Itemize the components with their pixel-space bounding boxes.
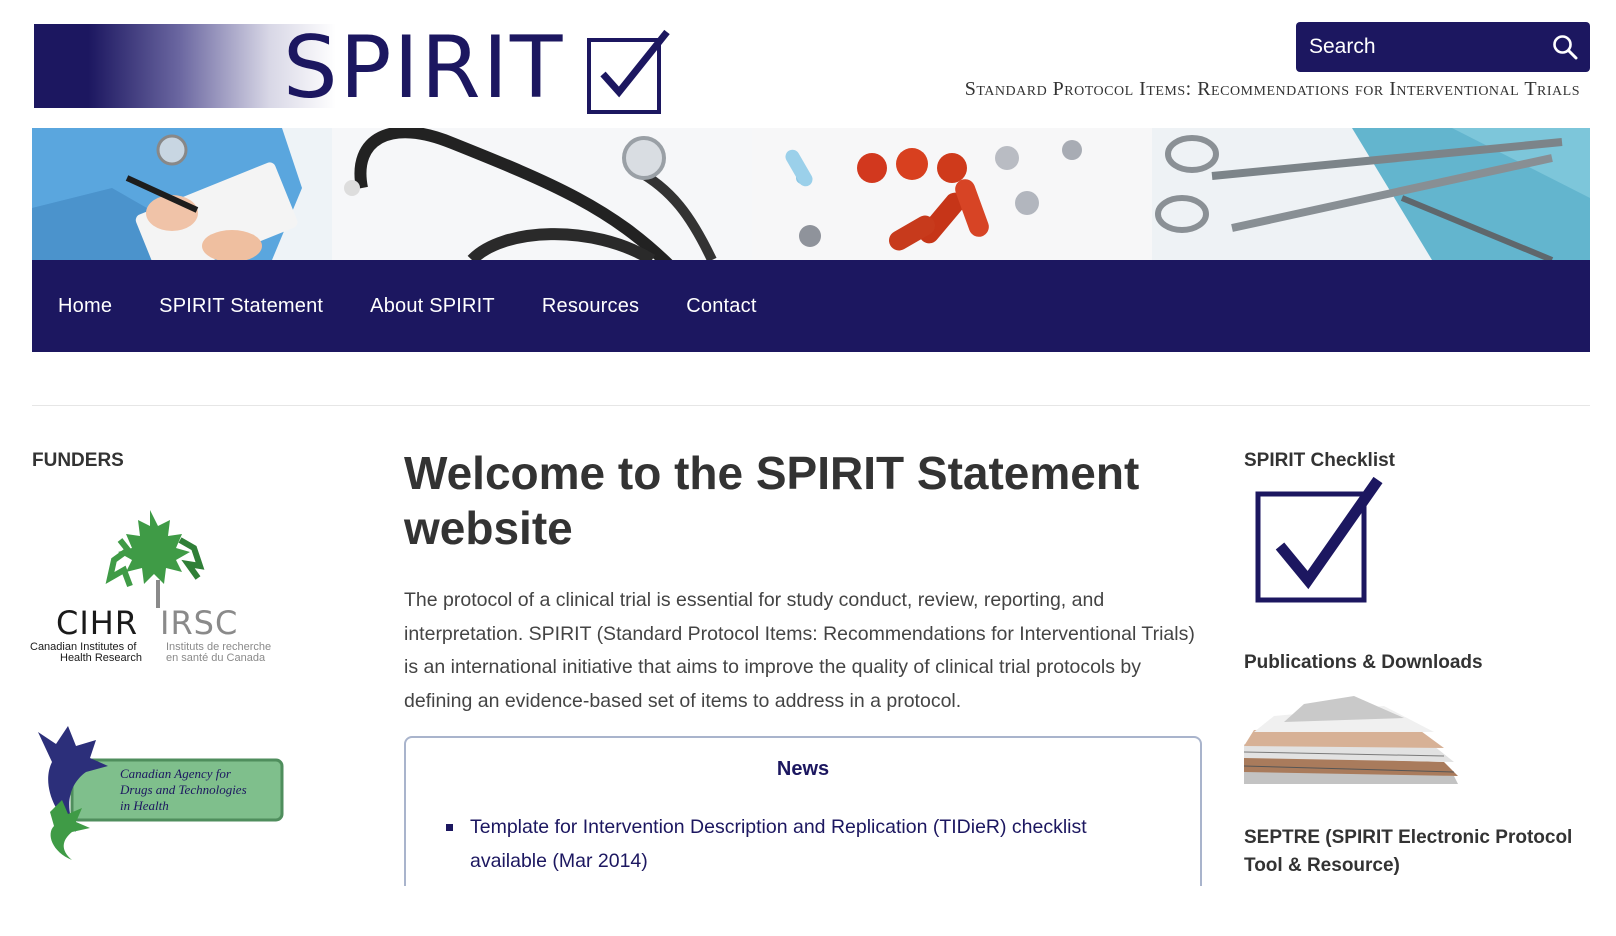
stethoscope-image xyxy=(332,128,752,260)
svg-text:CIHR: CIHR xyxy=(56,604,138,642)
logo-checkbox-icon xyxy=(587,29,670,114)
spirit-checklist-heading[interactable]: SPIRIT Checklist xyxy=(1244,450,1395,472)
checklist-checkbox-icon[interactable] xyxy=(1250,476,1390,606)
pills-image xyxy=(752,128,1152,260)
news-title: News xyxy=(776,758,830,780)
nav-item-resources[interactable]: Resources xyxy=(542,295,639,318)
site-tagline: Standard Protocol Items: Recommendations… xyxy=(964,78,1580,100)
header-banner xyxy=(32,128,1590,260)
search-icon[interactable] xyxy=(1540,22,1590,72)
svg-text:Health Research: Health Research xyxy=(60,652,142,664)
news-item-text[interactable]: Template for Intervention Description an… xyxy=(470,816,1087,872)
svg-text:in Health: in Health xyxy=(120,798,169,813)
svg-text:Canadian Agency for: Canadian Agency for xyxy=(120,766,232,781)
nav-item-home[interactable]: Home xyxy=(58,295,112,318)
svg-text:IRSC: IRSC xyxy=(160,604,238,642)
news-list: Template for Intervention Description an… xyxy=(446,810,1166,878)
site-logo[interactable]: SPIRIT xyxy=(34,18,670,118)
content-divider xyxy=(32,405,1590,406)
bullet-icon xyxy=(446,824,453,831)
cihr-logo[interactable]: CIHR IRSC Canadian Institutes of Health … xyxy=(30,500,286,668)
page-title: Welcome to the SPIRIT Statement website xyxy=(404,447,1140,554)
search-input[interactable]: Search xyxy=(1296,35,1540,59)
funders-heading: FUNDERS xyxy=(32,450,124,471)
news-item-link[interactable]: Template for Intervention Description an… xyxy=(446,810,1166,878)
intro-paragraph: The protocol of a clinical trial is esse… xyxy=(404,589,1195,712)
logo-text: SPIRIT xyxy=(283,18,565,118)
maple-leaf-icon xyxy=(105,510,205,608)
svg-text:en santé du Canada: en santé du Canada xyxy=(166,652,266,664)
nav-item-spirit-statement[interactable]: SPIRIT Statement xyxy=(159,295,323,318)
main-navigation: Home SPIRIT Statement About SPIRIT Resou… xyxy=(32,260,1590,352)
search-box[interactable]: Search xyxy=(1296,22,1590,72)
clinician-writing-image xyxy=(32,128,332,260)
page-bottom-whitespace xyxy=(0,886,1616,936)
nav-item-about-spirit[interactable]: About SPIRIT xyxy=(370,295,495,318)
publications-downloads-heading[interactable]: Publications & Downloads xyxy=(1244,652,1483,674)
svg-text:Drugs and Technologies: Drugs and Technologies xyxy=(119,782,247,797)
publications-stack-image[interactable] xyxy=(1244,696,1458,784)
nav-item-contact[interactable]: Contact xyxy=(686,295,756,318)
septre-heading[interactable]: SEPTRE (SPIRIT Electronic Protocol Tool … xyxy=(1244,824,1584,880)
cadth-logo[interactable]: Canadian Agency for Drugs and Technologi… xyxy=(32,722,286,862)
surgical-scissors-image xyxy=(1152,128,1590,260)
